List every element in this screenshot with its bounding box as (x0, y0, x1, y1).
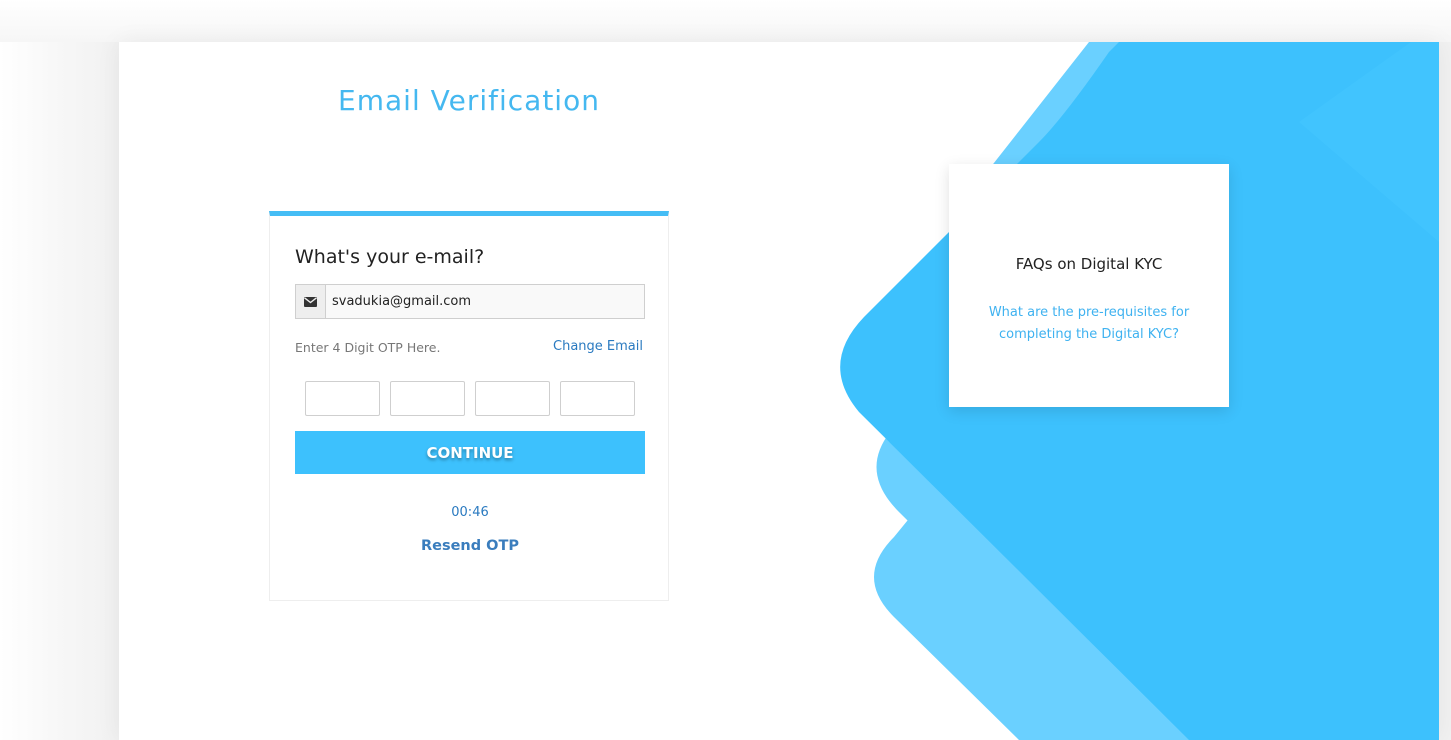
email-verification-card: What's your e-mail? Enter 4 Digit OTP He… (269, 211, 669, 601)
otp-digit-3-input[interactable] (475, 381, 550, 416)
faq-question-link[interactable]: What are the pre-requisites for completi… (979, 302, 1199, 346)
email-field-group (295, 284, 645, 319)
email-question-heading: What's your e-mail? (295, 246, 485, 268)
continue-button[interactable]: CONTINUE (295, 431, 645, 474)
change-email-link[interactable]: Change Email (553, 339, 643, 354)
page-shadow-top (0, 0, 1451, 42)
otp-instruction-label: Enter 4 Digit OTP Here. (295, 340, 441, 355)
faq-card: FAQs on Digital KYC What are the pre-req… (949, 164, 1229, 407)
email-field[interactable] (326, 285, 644, 318)
faq-title: FAQs on Digital KYC (1015, 255, 1163, 273)
otp-countdown-timer: 00:46 (451, 505, 489, 520)
page: Email Verification What's your e-mail? E… (0, 0, 1451, 740)
otp-digit-4-input[interactable] (560, 381, 635, 416)
envelope-icon (296, 285, 326, 318)
otp-digit-2-input[interactable] (390, 381, 465, 416)
otp-digit-1-input[interactable] (305, 381, 380, 416)
resend-otp-link[interactable]: Resend OTP (270, 538, 670, 554)
page-title: Email Verification (338, 84, 600, 117)
otp-input-row (305, 381, 635, 416)
